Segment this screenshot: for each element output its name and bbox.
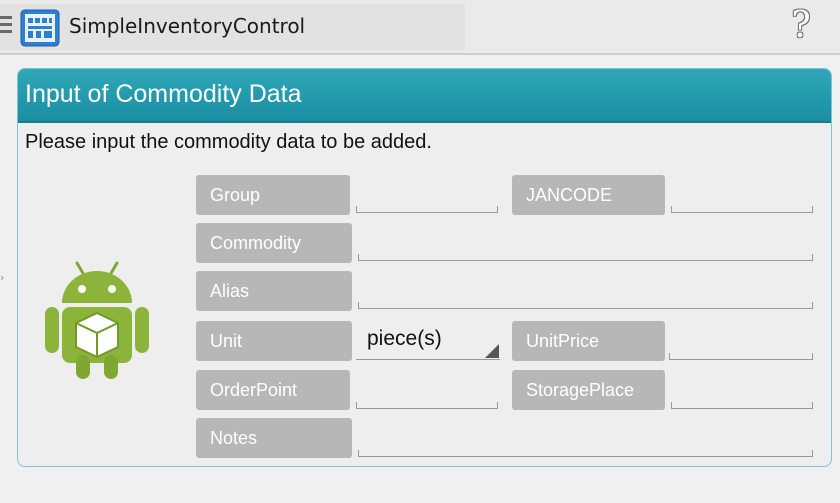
unit-label: Unit — [196, 321, 352, 361]
unit-selected-value: piece(s) — [367, 327, 442, 350]
drawer-handle-icon[interactable]: › — [0, 270, 9, 286]
unitprice-input[interactable] — [669, 320, 813, 358]
commodity-input-panel: Input of Commodity Data Please input the… — [17, 68, 832, 467]
alias-label: Alias — [196, 271, 352, 311]
group-label: Group — [196, 175, 350, 215]
unit-spinner[interactable]: piece(s) — [356, 320, 500, 360]
jancode-field[interactable] — [671, 173, 813, 213]
alias-field[interactable] — [358, 269, 813, 309]
unitprice-label: UnitPrice — [512, 321, 665, 361]
help-icon[interactable]: ? — [784, 6, 818, 46]
jancode-input[interactable] — [671, 173, 813, 211]
spinner-arrow-icon — [485, 344, 499, 358]
alias-input[interactable] — [358, 269, 813, 307]
group-field[interactable] — [356, 173, 498, 213]
jancode-label: JANCODE — [512, 175, 665, 215]
storageplace-field[interactable] — [671, 369, 813, 409]
commodity-field[interactable] — [358, 221, 813, 261]
commodity-input[interactable] — [358, 221, 813, 259]
notes-label: Notes — [196, 418, 352, 458]
action-bar: SimpleInventoryControl ? — [0, 0, 840, 55]
storageplace-input[interactable] — [671, 369, 813, 407]
unitprice-field[interactable] — [669, 320, 813, 360]
notes-field[interactable] — [358, 417, 813, 457]
android-box-icon — [45, 261, 149, 379]
orderpoint-label: OrderPoint — [196, 370, 350, 410]
commodity-label: Commodity — [196, 223, 352, 263]
orderpoint-field[interactable] — [356, 369, 498, 409]
storageplace-label: StoragePlace — [512, 370, 665, 410]
app-title: SimpleInventoryControl — [69, 14, 306, 38]
group-input[interactable] — [356, 173, 498, 211]
orderpoint-input[interactable] — [356, 369, 498, 407]
panel-title: Input of Commodity Data — [25, 80, 302, 108]
panel-description: Please input the commodity data to be ad… — [25, 131, 432, 153]
panel-header: Input of Commodity Data — [18, 69, 831, 123]
menu-icon[interactable] — [0, 16, 13, 36]
inventory-app-icon[interactable] — [20, 9, 60, 47]
notes-input[interactable] — [358, 417, 813, 455]
